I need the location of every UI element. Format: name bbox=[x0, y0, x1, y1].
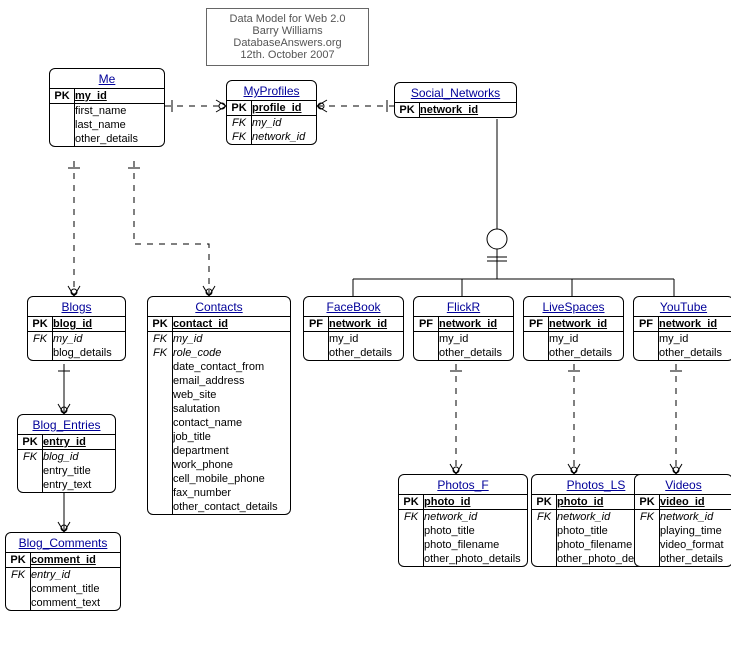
entity-title: Me bbox=[50, 69, 164, 89]
field-photo-id: photo_id bbox=[557, 496, 609, 508]
field-network-id: network_id bbox=[252, 131, 311, 143]
note-line-2: Barry Williams bbox=[215, 25, 360, 37]
field-network-id: network_id bbox=[660, 511, 719, 523]
field-photo-title: photo_title bbox=[557, 525, 614, 537]
entity-title: Blog_Comments bbox=[6, 533, 120, 553]
field-my-id: my_id bbox=[659, 333, 694, 345]
field-other-photo-details: other_photo_details bbox=[424, 553, 527, 565]
field-job-title: job_title bbox=[173, 431, 217, 443]
entity-contacts[interactable]: Contacts PK FK FK contact_id my_id role_… bbox=[147, 296, 291, 515]
field-blog-id: blog_id bbox=[53, 318, 98, 330]
field-photo-id: photo_id bbox=[424, 496, 476, 508]
field-playing-time: playing_time bbox=[660, 525, 728, 537]
field-network-id: network_id bbox=[557, 511, 616, 523]
field-entry-id: entry_id bbox=[31, 569, 76, 581]
entity-blogs[interactable]: Blogs PK FK blog_id my_id blog_details bbox=[27, 296, 126, 361]
field-my-id: my_id bbox=[53, 333, 88, 345]
entity-title: Blog_Entries bbox=[18, 415, 115, 435]
field-my-id: my_id bbox=[252, 117, 287, 129]
field-network-id: network_id bbox=[439, 318, 503, 330]
entity-social-networks[interactable]: Social_Networks PK network_id bbox=[394, 82, 517, 118]
field-photo-filename: photo_filename bbox=[557, 539, 638, 551]
field-other-details: other_details bbox=[75, 133, 144, 145]
field-work-phone: work_phone bbox=[173, 459, 239, 471]
field-last-name: last_name bbox=[75, 119, 132, 131]
field-my-id: my_id bbox=[439, 333, 474, 345]
field-network-id: network_id bbox=[549, 318, 613, 330]
field-cell-mobile-phone: cell_mobile_phone bbox=[173, 473, 271, 485]
field-network-id: network_id bbox=[659, 318, 723, 330]
entity-facebook[interactable]: FaceBook PF network_id my_id other_detai… bbox=[303, 296, 404, 361]
field-my-id: my_id bbox=[329, 333, 364, 345]
field-my-id: my_id bbox=[75, 90, 113, 102]
field-contact-name: contact_name bbox=[173, 417, 248, 429]
field-contact-id: contact_id bbox=[173, 318, 234, 330]
diagram-header-note: Data Model for Web 2.0 Barry Williams Da… bbox=[206, 8, 369, 66]
field-first-name: first_name bbox=[75, 105, 132, 117]
field-my-id: my_id bbox=[549, 333, 584, 345]
entity-title: Videos bbox=[635, 475, 731, 495]
field-role-code: role_code bbox=[173, 347, 227, 359]
note-line-1: Data Model for Web 2.0 bbox=[215, 13, 360, 25]
entity-title: Contacts bbox=[148, 297, 290, 317]
field-department: department bbox=[173, 445, 235, 457]
field-entry-title: entry_title bbox=[43, 465, 97, 477]
field-other-details: other_details bbox=[439, 347, 508, 359]
entity-title: FlickR bbox=[414, 297, 513, 317]
entity-blog-comments[interactable]: Blog_Comments PK FK comment_id entry_id … bbox=[5, 532, 121, 611]
entity-title: Photos_F bbox=[399, 475, 527, 495]
entity-livespaces[interactable]: LiveSpaces PF network_id my_id other_det… bbox=[523, 296, 624, 361]
field-comment-title: comment_title bbox=[31, 583, 105, 595]
field-web-site: web_site bbox=[173, 389, 222, 401]
field-photo-title: photo_title bbox=[424, 525, 481, 537]
entity-me[interactable]: Me PK my_id first_name last_name other_d… bbox=[49, 68, 165, 147]
field-photo-filename: photo_filename bbox=[424, 539, 505, 551]
note-line-4: 12th. October 2007 bbox=[215, 49, 360, 61]
field-other-details: other_details bbox=[329, 347, 398, 359]
field-profile-id: profile_id bbox=[252, 102, 308, 114]
field-comment-id: comment_id bbox=[31, 554, 102, 566]
field-email-address: email_address bbox=[173, 375, 251, 387]
field-other-details: other_details bbox=[660, 553, 729, 565]
field-entry-text: entry_text bbox=[43, 479, 97, 491]
field-network-id: network_id bbox=[420, 104, 484, 116]
field-my-id: my_id bbox=[173, 333, 208, 345]
note-line-3: DatabaseAnswers.org bbox=[215, 37, 360, 49]
field-other-contact-details: other_contact_details bbox=[173, 501, 284, 513]
entity-flickr[interactable]: FlickR PF network_id my_id other_details bbox=[413, 296, 514, 361]
field-other-details: other_details bbox=[659, 347, 728, 359]
field-video-format: video_format bbox=[660, 539, 730, 551]
field-date-contact-from: date_contact_from bbox=[173, 361, 270, 373]
field-blog-details: blog_details bbox=[53, 347, 118, 359]
entity-youtube[interactable]: YouTube PF network_id my_id other_detail… bbox=[633, 296, 731, 361]
entity-title: Social_Networks bbox=[395, 83, 516, 103]
field-fax-number: fax_number bbox=[173, 487, 237, 499]
entity-title: MyProfiles bbox=[227, 81, 316, 101]
entity-title: FaceBook bbox=[304, 297, 403, 317]
field-other-details: other_details bbox=[549, 347, 618, 359]
field-entry-id: entry_id bbox=[43, 436, 92, 448]
entity-blog-entries[interactable]: Blog_Entries PK FK entry_id blog_id entr… bbox=[17, 414, 116, 493]
field-salutation: salutation bbox=[173, 403, 226, 415]
field-video-id: video_id bbox=[660, 496, 711, 508]
entity-title: LiveSpaces bbox=[524, 297, 623, 317]
entity-videos[interactable]: Videos PK FK video_id network_id playing… bbox=[634, 474, 731, 567]
field-blog-id: blog_id bbox=[43, 451, 84, 463]
entity-title: Blogs bbox=[28, 297, 125, 317]
entity-title: YouTube bbox=[634, 297, 731, 317]
field-comment-text: comment_text bbox=[31, 597, 106, 609]
entity-myprofiles[interactable]: MyProfiles PK FK FK profile_id my_id net… bbox=[226, 80, 317, 145]
field-network-id: network_id bbox=[424, 511, 483, 523]
entity-photos-f[interactable]: Photos_F PK FK photo_id network_id photo… bbox=[398, 474, 528, 567]
field-network-id: network_id bbox=[329, 318, 393, 330]
